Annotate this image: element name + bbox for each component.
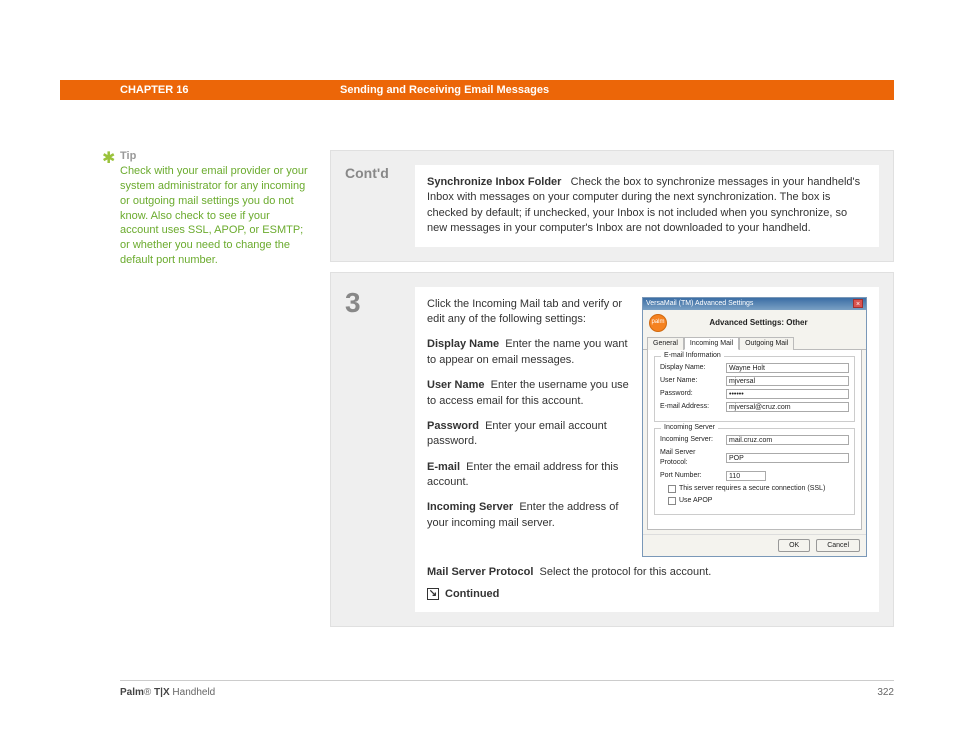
footer-model: T|X	[151, 687, 169, 698]
protocol-label: Mail Server Protocol:	[660, 448, 722, 468]
step-number: 3	[345, 287, 361, 318]
dialog-titlebar: VersaMail (TM) Advanced Settings ×	[643, 298, 866, 310]
email-input[interactable]: mjversal@cruz.com	[726, 402, 849, 412]
password-bold: Password	[427, 420, 479, 432]
footer-brand: Palm	[120, 687, 144, 698]
user-name-input[interactable]: mjversal	[726, 376, 849, 386]
email-bold: E-mail	[427, 461, 460, 473]
step-contd-label: Cont'd	[345, 165, 389, 181]
page: CHAPTER 16 Sending and Receiving Email M…	[0, 0, 954, 738]
step-3-text: Click the Incoming Mail tab and verify o…	[427, 297, 630, 558]
email-info-legend: E-mail Information	[661, 351, 724, 361]
incoming-server-group: Incoming Server Incoming Server: mail.cr…	[654, 428, 855, 514]
tab-outgoing-mail[interactable]: Outgoing Mail	[739, 337, 794, 351]
dialog-brand-row: palm Advanced Settings: Other	[643, 310, 866, 336]
email-label: E-mail Address:	[660, 402, 722, 412]
step-contd-box: Cont'd Synchronize Inbox Folder Check th…	[330, 150, 894, 262]
footer-product: Palm® T|X Handheld	[120, 687, 215, 698]
protocol-input[interactable]: POP	[726, 453, 849, 463]
step-label-cell: Cont'd	[345, 165, 400, 247]
step-3-box: 3 Click the Incoming Mail tab and verify…	[330, 272, 894, 628]
cancel-button[interactable]: Cancel	[816, 539, 860, 553]
incoming-server-legend: Incoming Server	[661, 423, 718, 433]
tab-general[interactable]: General	[647, 337, 684, 351]
asterisk-icon: ✱	[102, 148, 115, 168]
step-3-body: Click the Incoming Mail tab and verify o…	[415, 287, 879, 613]
email-info-group: E-mail Information Display Name: Wayne H…	[654, 356, 855, 422]
chapter-number: CHAPTER 16	[120, 84, 340, 96]
port-label: Port Number:	[660, 471, 722, 481]
user-name-label: User Name:	[660, 376, 722, 386]
step-contd-body: Synchronize Inbox Folder Check the box t…	[415, 165, 879, 247]
ok-button[interactable]: OK	[778, 539, 810, 553]
content-area: ✱ Tip Check with your email provider or …	[120, 150, 894, 627]
chapter-title: Sending and Receiving Email Messages	[340, 84, 549, 96]
continued-arrow-icon: ↘	[427, 588, 439, 600]
tip-block: ✱ Tip Check with your email provider or …	[120, 150, 310, 268]
apop-label: Use APOP	[679, 496, 712, 506]
protocol-bold: Mail Server Protocol	[427, 566, 533, 578]
page-number: 322	[877, 687, 894, 698]
main-column: Cont'd Synchronize Inbox Folder Check th…	[330, 150, 894, 627]
apop-checkbox[interactable]	[668, 497, 676, 505]
close-icon[interactable]: ×	[853, 299, 863, 308]
incoming-server-input[interactable]: mail.cruz.com	[726, 435, 849, 445]
step-3-intro: Click the Incoming Mail tab and verify o…	[427, 297, 630, 328]
display-name-bold: Display Name	[427, 338, 499, 350]
continued-label: Continued	[445, 587, 499, 602]
tip-heading: Tip	[120, 150, 310, 162]
incoming-server-label: Incoming Server:	[660, 435, 722, 445]
palm-logo-icon: palm	[649, 314, 667, 332]
dialog-heading: Advanced Settings: Other	[675, 317, 860, 328]
dialog-tabs: General Incoming Mail Outgoing Mail	[643, 336, 866, 351]
display-name-label: Display Name:	[660, 363, 722, 373]
password-label: Password:	[660, 389, 722, 399]
sync-inbox-bold: Synchronize Inbox Folder	[427, 176, 561, 188]
password-input[interactable]: ••••••	[726, 389, 849, 399]
dialog-title: VersaMail (TM) Advanced Settings	[646, 299, 753, 309]
continued-row: ↘ Continued	[427, 587, 867, 602]
port-input[interactable]: 110	[726, 471, 766, 481]
page-footer: Palm® T|X Handheld 322	[120, 680, 894, 698]
tab-incoming-mail[interactable]: Incoming Mail	[684, 337, 739, 351]
chapter-header: CHAPTER 16 Sending and Receiving Email M…	[60, 80, 894, 100]
dialog-button-row: OK Cancel	[643, 534, 866, 557]
tip-sidebar: ✱ Tip Check with your email provider or …	[120, 150, 310, 627]
display-name-input[interactable]: Wayne Holt	[726, 363, 849, 373]
protocol-text: Select the protocol for this account.	[540, 566, 712, 578]
tip-body: Check with your email provider or your s…	[120, 164, 310, 268]
dialog-body: E-mail Information Display Name: Wayne H…	[647, 350, 862, 529]
ssl-label: This server requires a secure connection…	[679, 484, 825, 494]
step-num-cell: 3	[345, 287, 400, 613]
footer-rest: Handheld	[170, 687, 216, 698]
advanced-settings-dialog: VersaMail (TM) Advanced Settings × palm …	[642, 297, 867, 558]
user-name-bold: User Name	[427, 379, 484, 391]
incoming-bold: Incoming Server	[427, 501, 513, 513]
ssl-checkbox[interactable]	[668, 485, 676, 493]
